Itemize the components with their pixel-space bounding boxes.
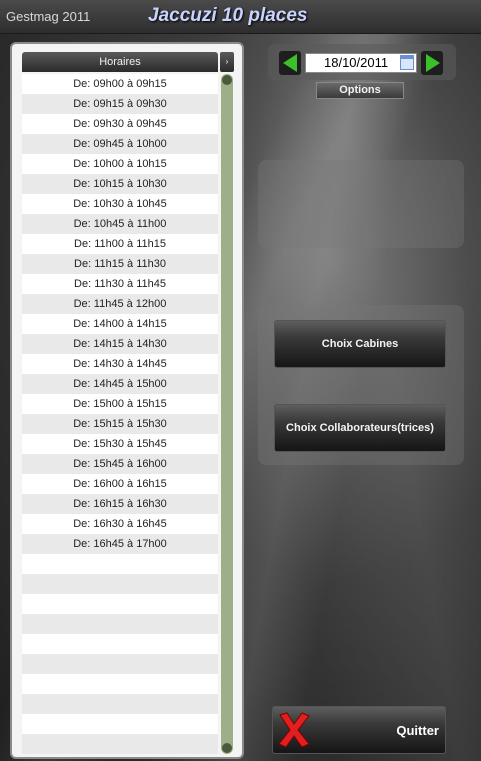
schedule-slot[interactable]: De: 10h15 à 10h30	[22, 174, 218, 194]
schedule-slot[interactable]: De: 09h00 à 09h15	[22, 74, 218, 94]
schedule-slot[interactable]: De: 11h15 à 11h30	[22, 254, 218, 274]
schedule-slot[interactable]: De: 10h45 à 11h00	[22, 214, 218, 234]
schedule-slot[interactable]: De: 14h30 à 14h45	[22, 354, 218, 374]
schedule-slot[interactable]: De: 15h15 à 15h30	[22, 414, 218, 434]
empty-row	[22, 734, 218, 754]
empty-row	[22, 554, 218, 574]
schedule-slot[interactable]: De: 16h00 à 16h15	[22, 474, 218, 494]
scrollbar[interactable]	[221, 74, 233, 754]
schedule-slot[interactable]: De: 15h45 à 16h00	[22, 454, 218, 474]
scrollbar-bottom-thumb[interactable]	[222, 743, 232, 753]
green-right-arrow-icon[interactable]	[426, 54, 440, 72]
title-bar: Gestmag 2011 Jaccuzi 10 places	[0, 0, 481, 34]
schedule-slot[interactable]: De: 09h45 à 10h00	[22, 134, 218, 154]
empty-row	[22, 694, 218, 714]
page-title: Jaccuzi 10 places	[148, 5, 308, 26]
scrollbar-top-thumb[interactable]	[222, 75, 232, 85]
empty-row	[22, 614, 218, 634]
schedule-slot[interactable]: De: 15h30 à 15h45	[22, 434, 218, 454]
schedule-slot[interactable]: De: 16h15 à 16h30	[22, 494, 218, 514]
empty-row	[22, 594, 218, 614]
schedule-slot[interactable]: De: 09h15 à 09h30	[22, 94, 218, 114]
schedule-header[interactable]: Horaires	[22, 52, 218, 72]
schedule-slot[interactable]: De: 09h30 à 09h45	[22, 114, 218, 134]
red-x-icon	[278, 712, 310, 748]
green-left-arrow-icon[interactable]	[283, 54, 297, 72]
schedule-panel: Horaires › De: 09h00 à 09h15 De: 09h15 à …	[10, 42, 244, 759]
schedule-slot[interactable]: De: 16h30 à 16h45	[22, 514, 218, 534]
schedule-slot[interactable]: De: 14h15 à 14h30	[22, 334, 218, 354]
empty-row	[22, 574, 218, 594]
app-name: Gestmag 2011	[6, 9, 91, 24]
schedule-slot[interactable]: De: 16h45 à 17h00	[22, 534, 218, 554]
schedule-slot[interactable]: De: 10h30 à 10h45	[22, 194, 218, 214]
quit-label: Quitter	[396, 723, 439, 738]
schedule-slot[interactable]: De: 15h00 à 15h15	[22, 394, 218, 414]
schedule-slot[interactable]: De: 11h30 à 11h45	[22, 274, 218, 294]
schedule-slot[interactable]: De: 14h00 à 14h15	[22, 314, 218, 334]
empty-row	[22, 654, 218, 674]
empty-row	[22, 634, 218, 654]
options-button[interactable]: Options	[316, 82, 404, 99]
choose-staff-button[interactable]: Choix Collaborateurs(trices)	[274, 404, 446, 452]
quit-button[interactable]: Quitter	[272, 706, 446, 754]
schedule-slot[interactable]: De: 11h45 à 12h00	[22, 294, 218, 314]
header-scroll-right-button[interactable]: ›	[220, 52, 234, 72]
schedule-slot[interactable]: De: 11h00 à 11h15	[22, 234, 218, 254]
schedule-list: De: 09h00 à 09h15 De: 09h15 à 09h30 De: 09…	[22, 74, 218, 756]
empty-row	[22, 674, 218, 694]
schedule-slot[interactable]: De: 14h45 à 15h00	[22, 374, 218, 394]
info-panel	[258, 160, 464, 248]
calendar-icon[interactable]	[400, 55, 414, 70]
schedule-slot[interactable]: De: 10h00 à 10h15	[22, 154, 218, 174]
empty-row	[22, 714, 218, 734]
choose-cabins-button[interactable]: Choix Cabines	[274, 320, 446, 368]
